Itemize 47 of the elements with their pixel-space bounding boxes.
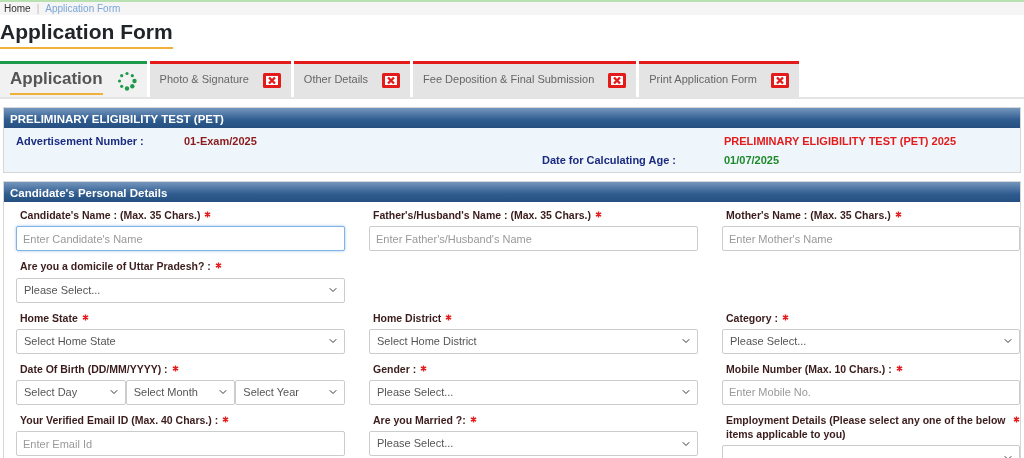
field-label: Candidate's Name : (Max. 35 Chars.) xyxy=(20,208,201,223)
section-header: Candidate's Personal Details xyxy=(4,182,1020,203)
field-value: 01-Exam/2025 xyxy=(184,134,258,150)
dropdown[interactable]: Select Home District xyxy=(369,328,698,354)
input-field[interactable]: Enter Mother's Name xyxy=(722,226,1020,252)
dropdown[interactable]: Please Select... xyxy=(369,379,698,405)
field-label: Employment Details (Please select any one of the below items applicable to you) xyxy=(726,412,1007,442)
error-icon xyxy=(608,73,627,89)
dropdown[interactable]: Select Year xyxy=(235,379,345,405)
error-icon xyxy=(382,73,401,89)
dropdown[interactable]: Please Select... xyxy=(722,328,1020,354)
field-label: Are you a domicile of Uttar Pradesh? : xyxy=(20,259,211,274)
field-value: 01/07/2025 xyxy=(724,152,781,168)
field-label: Gender : xyxy=(373,361,417,376)
dropdown[interactable]: Please Select... xyxy=(369,431,698,457)
breadcrumb-link[interactable]: Home xyxy=(4,3,31,14)
section-header: PRELIMINARY ELIGIBILITY TEST (PET) xyxy=(4,108,1020,129)
field-label: Mobile Number (Max. 10 Chars.) : xyxy=(726,361,892,376)
page-title: Application Form xyxy=(0,19,173,50)
error-icon xyxy=(262,73,281,89)
input-field[interactable]: Enter Father's/Husband's Name xyxy=(369,226,698,252)
loading-icon xyxy=(116,70,137,91)
field-label: Your Verified Email ID (Max. 40 Chars.) : xyxy=(20,412,219,428)
input-field[interactable]: Enter Mobile No. xyxy=(722,379,1020,405)
input-field[interactable]: Enter Candidate's Name xyxy=(16,226,345,252)
field-label: Mother's Name : (Max. 35 Chars.) xyxy=(726,208,891,223)
dropdown[interactable]: Select Day xyxy=(16,379,126,405)
error-icon xyxy=(770,73,789,89)
breadcrumb-separator: | xyxy=(36,3,40,14)
field-label: Advertisement Number : xyxy=(16,134,145,150)
form-tab[interactable]: Print Application Form xyxy=(639,61,799,98)
exam-name: PRELIMINARY ELIGIBILITY TEST (PET) 2025 xyxy=(724,134,958,150)
field-label: Date Of Birth (DD/MM/YYYY) : xyxy=(20,361,168,376)
field-label: Father's/Husband's Name : (Max. 35 Chars.) xyxy=(373,208,591,223)
field-label: Home District xyxy=(373,310,442,325)
form-tab[interactable]: Other Details xyxy=(293,61,411,98)
field-label: Category : xyxy=(726,310,778,325)
field-label: Are you Married ?: xyxy=(373,412,466,428)
input-field[interactable]: Enter Email Id xyxy=(16,431,345,457)
form-tab[interactable]: Application xyxy=(0,61,147,98)
dropdown[interactable]: Please Select... xyxy=(16,277,345,303)
form-tab[interactable]: Photo & Signature xyxy=(149,61,291,98)
dropdown[interactable]: Select Home State xyxy=(16,328,345,354)
field-label: Home State xyxy=(20,310,78,325)
form-tab[interactable]: Fee Deposition & Final Submission xyxy=(413,61,637,98)
field-label: Date for Calculating Age : xyxy=(540,152,677,168)
dropdown[interactable]: Select Month xyxy=(125,379,236,405)
